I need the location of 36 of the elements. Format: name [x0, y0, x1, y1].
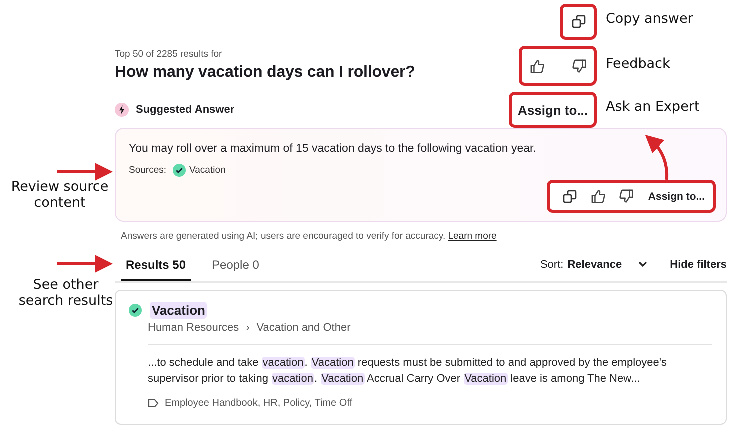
- assign-button[interactable]: Assign to...: [518, 102, 588, 118]
- result-snippet: ...to schedule and take vacation. Vacation requests must be submitted to and approved by the employee's supervisor prior to taking vacation. Vacation Accrual Carry Over Vacation leave is among The New...: [148, 356, 668, 387]
- learn-more-link[interactable]: Learn more: [448, 231, 497, 242]
- answer-text: You may roll over a maximum of 15 vacation days to the following vacation year.: [129, 143, 538, 155]
- arrow: [57, 255, 113, 273]
- annotation-label: Feedback: [606, 56, 670, 72]
- annotation-label: See other search results: [18, 277, 114, 309]
- hide-filters-button[interactable]: Hide filters: [670, 258, 727, 270]
- breadcrumb-item[interactable]: Human Resources: [148, 322, 240, 334]
- search-query: How many vacation days can I rollover?: [115, 64, 416, 82]
- annotation-label: Review source content: [10, 179, 110, 211]
- results-count: Top 50 of 2285 results for: [115, 49, 224, 60]
- tag-list: Employee Handbook, HR, Policy, Time Off: [165, 398, 352, 409]
- thumbs-up-icon: [590, 189, 606, 204]
- thumbs-down-icon: [572, 58, 586, 74]
- thumbs-down-icon: [618, 189, 634, 204]
- sort-dropdown[interactable]: Sort: Relevance: [540, 258, 648, 270]
- sources-label: Sources:: [129, 165, 166, 176]
- annotation-label: Copy answer: [606, 11, 694, 27]
- chevron-down-icon[interactable]: [638, 261, 648, 268]
- breadcrumb-separator: ›: [246, 322, 250, 334]
- thumbs-up-icon: [530, 58, 544, 74]
- breadcrumb-item[interactable]: Vacation and Other: [256, 322, 351, 334]
- assign-button[interactable]: Assign to...: [648, 190, 705, 202]
- section-title: Suggested Answer: [136, 104, 235, 116]
- disclaimer: Answers are generated using AI; users are encouraged to verify for accuracy. Learn more: [121, 231, 498, 242]
- result-title[interactable]: Vacation: [150, 302, 208, 319]
- annotation-label: Ask an Expert: [606, 99, 700, 115]
- tab[interactable]: Results 50: [121, 250, 192, 281]
- tag-icon: [148, 399, 159, 408]
- tab[interactable]: People 0: [207, 250, 264, 281]
- source-link[interactable]: Vacation: [172, 164, 226, 177]
- arrow: [57, 163, 113, 181]
- lightning-icon: [115, 103, 129, 117]
- copy-icon: [572, 15, 586, 29]
- copy-icon: [563, 190, 578, 204]
